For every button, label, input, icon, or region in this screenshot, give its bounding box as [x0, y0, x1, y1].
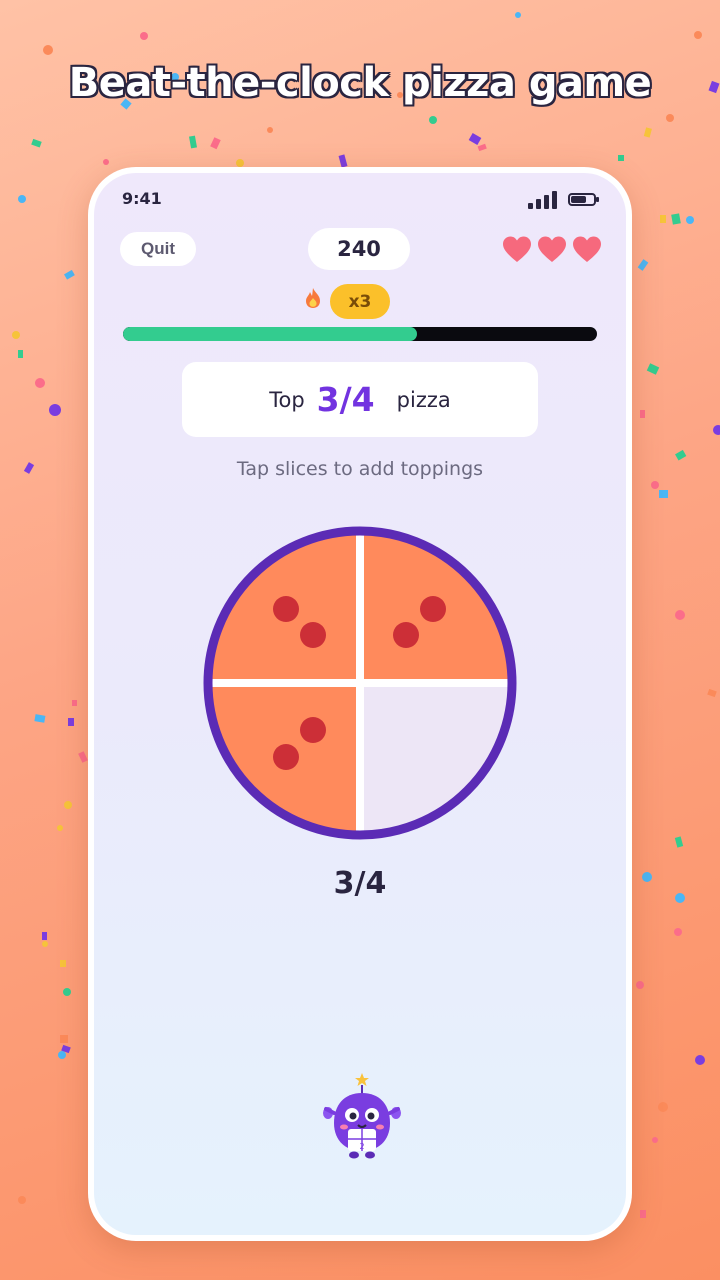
target-prompt-card: Top 3/4 pizza — [182, 362, 538, 437]
slice-divider-horizontal — [208, 679, 512, 687]
game-screen: 9:41 Quit 240 x3 Top 3/4 pizza Tap slice… — [94, 173, 626, 1235]
score-display: 240 — [308, 228, 410, 270]
pizza — [202, 525, 518, 841]
heart-icon — [573, 236, 601, 262]
cellular-signal-icon — [528, 191, 560, 209]
current-fraction-label: 3/4 — [333, 866, 387, 901]
time-progress-fill — [123, 327, 417, 341]
phone-frame: 9:41 Quit 240 x3 Top 3/4 pizza Tap slice… — [88, 167, 632, 1241]
prompt-suffix: pizza — [396, 387, 451, 412]
quit-button[interactable]: Quit — [120, 232, 196, 266]
streak-multiplier-badge: x3 — [330, 284, 390, 319]
promo-title: Beat-the-clock pizza game — [68, 60, 652, 106]
heart-icon — [538, 236, 566, 262]
heart-icon — [503, 236, 531, 262]
lives-indicator — [502, 235, 606, 265]
mascot-character: 2 — [323, 1073, 401, 1159]
battery-icon — [568, 193, 599, 206]
instruction-text: Tap slices to add toppings — [236, 458, 484, 480]
flame-icon — [306, 288, 320, 308]
status-time: 9:41 — [122, 189, 162, 208]
time-progress-bar — [123, 327, 597, 341]
prompt-prefix: Top — [269, 387, 305, 412]
svg-text:2: 2 — [359, 1142, 364, 1151]
prompt-fraction: 3/4 — [316, 380, 375, 419]
